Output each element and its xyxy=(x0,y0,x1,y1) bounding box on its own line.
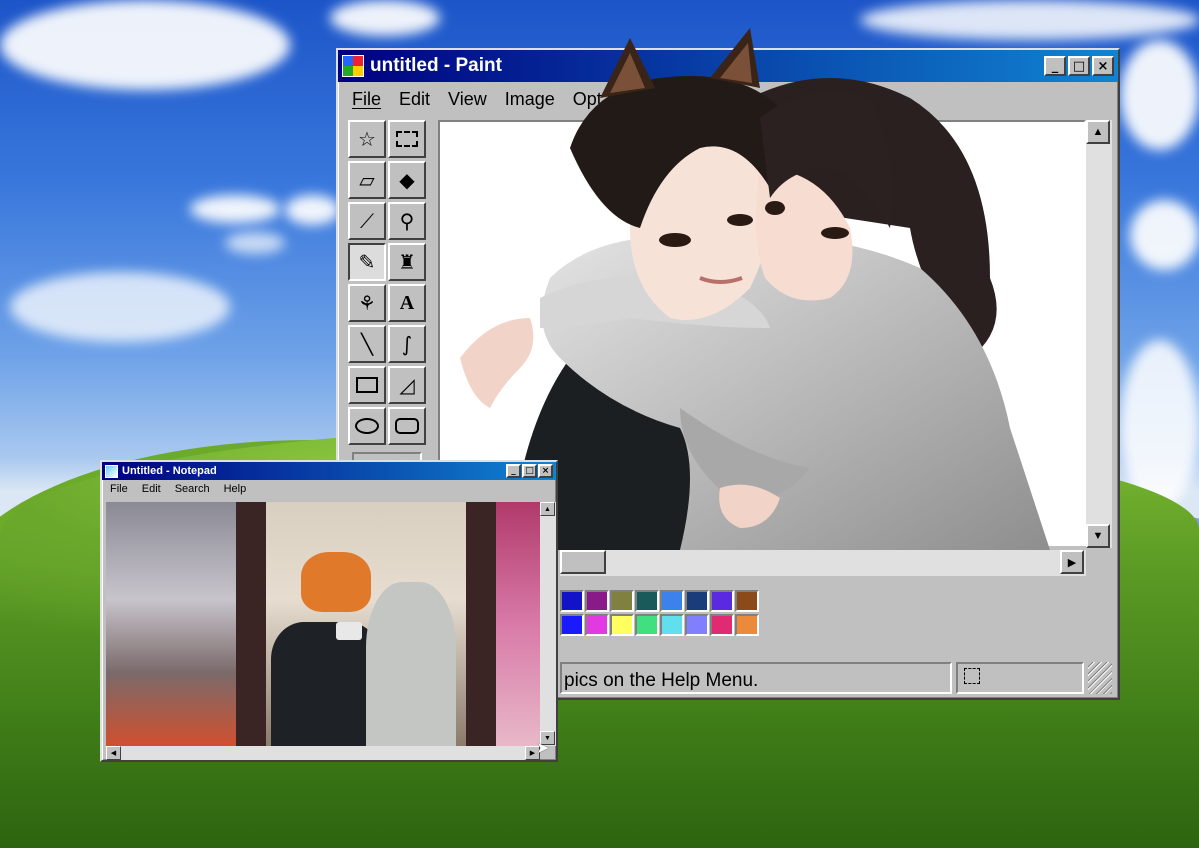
free-select-icon[interactable]: ☆ xyxy=(348,120,386,158)
notepad-close-button[interactable]: × xyxy=(538,464,553,478)
notepad-menu-edit[interactable]: Edit xyxy=(142,483,161,495)
palette-swatch[interactable] xyxy=(585,590,609,612)
palette-swatch[interactable] xyxy=(585,614,609,636)
scroll-down-button[interactable]: ▼ xyxy=(1086,524,1110,548)
notepad-vertical-scrollbar[interactable]: ▲ ▼ xyxy=(540,502,556,746)
rectangle-icon[interactable] xyxy=(348,366,386,404)
palette-swatch[interactable] xyxy=(560,590,584,612)
fill-bucket-icon[interactable]: ◆ xyxy=(388,161,426,199)
palette-swatch[interactable] xyxy=(710,614,734,636)
vertical-scrollbar[interactable]: ▲ ▼ xyxy=(1086,120,1112,548)
pencil-icon[interactable]: ✎ xyxy=(348,243,386,281)
scroll-thumb[interactable] xyxy=(560,550,606,574)
menu-file[interactable]: File xyxy=(352,89,381,110)
scroll-right-button[interactable]: ▶ xyxy=(1060,550,1084,574)
close-button[interactable]: × xyxy=(1092,56,1114,76)
notepad-scroll-up[interactable]: ▲ xyxy=(540,502,555,516)
status-text: pics on the Help Menu. xyxy=(560,662,952,694)
rect-select-icon[interactable] xyxy=(388,120,426,158)
notepad-minimize-button[interactable]: _ xyxy=(506,464,521,478)
palette-swatch[interactable] xyxy=(610,590,634,612)
polygon-icon[interactable]: ◿ xyxy=(388,366,426,404)
selection-size-icon xyxy=(964,668,980,684)
palette-swatch[interactable] xyxy=(610,614,634,636)
airbrush-icon[interactable]: ⚘ xyxy=(348,284,386,322)
notepad-app-icon xyxy=(105,464,118,478)
notepad-photo-content[interactable] xyxy=(106,502,540,746)
notepad-horizontal-scrollbar[interactable]: ◀ ▶ xyxy=(106,746,540,760)
palette-swatch[interactable] xyxy=(560,614,584,636)
status-coordinates xyxy=(956,662,1084,694)
notepad-title: Untitled - Notepad xyxy=(122,465,217,477)
ellipse-icon[interactable] xyxy=(348,407,386,445)
menu-edit[interactable]: Edit xyxy=(399,89,430,110)
notepad-maximize-button[interactable]: □ xyxy=(522,464,537,478)
horizontal-scrollbar[interactable]: ▶ xyxy=(560,550,1086,576)
paint-app-icon xyxy=(342,55,364,77)
text-tool-icon[interactable]: A xyxy=(388,284,426,322)
palette-swatch[interactable] xyxy=(735,590,759,612)
maximize-button[interactable]: □ xyxy=(1068,56,1090,76)
color-picker-icon[interactable]: ⟋ xyxy=(348,202,386,240)
notepad-menubar: File Edit Search Help xyxy=(102,480,556,498)
palette-swatch[interactable] xyxy=(685,590,709,612)
notepad-menu-file[interactable]: File xyxy=(110,483,128,495)
notepad-menu-search[interactable]: Search xyxy=(175,483,210,495)
palette-swatch[interactable] xyxy=(660,614,684,636)
notepad-menu-help[interactable]: Help xyxy=(224,483,247,495)
curve-icon[interactable]: ∫ xyxy=(388,325,426,363)
palette-swatch[interactable] xyxy=(685,614,709,636)
mouse-cursor-icon: ➤ xyxy=(536,740,550,757)
toolbox: ☆ ▱ ◆ ⟋ ⚲ ✎ ♜ ⚘ A ╲ ∫ ◿ xyxy=(348,120,434,470)
line-icon[interactable]: ╲ xyxy=(348,325,386,363)
palette-swatch[interactable] xyxy=(735,614,759,636)
resize-grip-icon[interactable] xyxy=(1088,662,1112,694)
brush-icon[interactable]: ♜ xyxy=(388,243,426,281)
magnifier-icon[interactable]: ⚲ xyxy=(388,202,426,240)
palette-swatch[interactable] xyxy=(635,590,659,612)
notepad-scroll-left[interactable]: ◀ xyxy=(106,746,121,760)
palette-swatch[interactable] xyxy=(660,590,684,612)
rounded-rect-icon[interactable] xyxy=(388,407,426,445)
palette-swatch[interactable] xyxy=(635,614,659,636)
scroll-up-button[interactable]: ▲ xyxy=(1086,120,1110,144)
notepad-titlebar[interactable]: Untitled - Notepad _ □ × xyxy=(102,462,556,480)
eraser-icon[interactable]: ▱ xyxy=(348,161,386,199)
notepad-window[interactable]: Untitled - Notepad _ □ × File Edit Searc… xyxy=(100,460,558,762)
palette-swatch[interactable] xyxy=(710,590,734,612)
